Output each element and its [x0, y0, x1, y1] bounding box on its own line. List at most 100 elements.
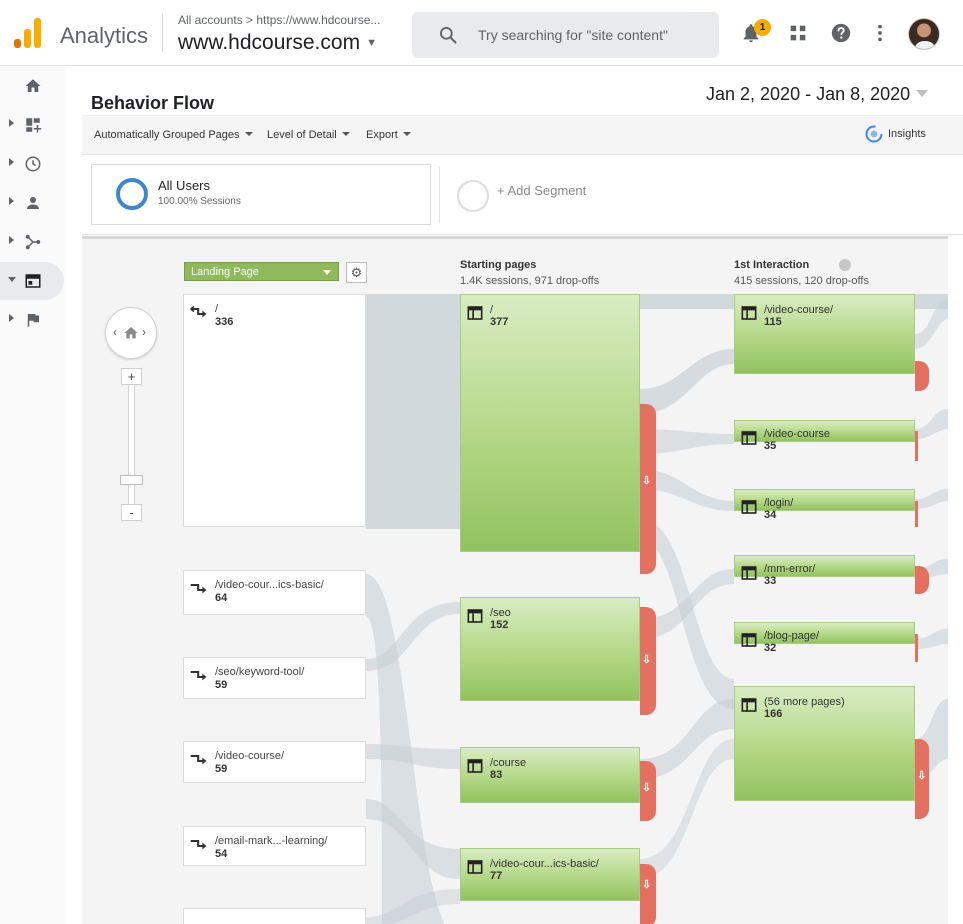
segment-color-icon [116, 178, 148, 210]
analytics-logo-icon[interactable] [14, 18, 42, 48]
node-page-path: /blog-page/ [764, 630, 820, 642]
level-of-detail-dropdown[interactable]: Level of Detail [267, 129, 350, 141]
starting-page-node[interactable]: /course 83 [460, 747, 640, 803]
node-page-path: /video-course/ [764, 304, 834, 316]
help-icon[interactable] [830, 22, 852, 44]
dropoff-arrow-icon: ⇩ [917, 770, 927, 782]
first-interaction-node[interactable]: /mm-error/ 33 [734, 555, 915, 587]
dropoff-bar[interactable] [915, 361, 929, 391]
landing-page-node[interactable]: / 336 [183, 294, 366, 527]
pan-left-icon[interactable]: ‹ [113, 325, 117, 339]
segment-divider [439, 167, 440, 223]
zoom-slider-track[interactable] [128, 379, 135, 512]
landing-page-node[interactable]: /email-mark...-learning/ 54 [183, 826, 366, 866]
apps-grid-icon[interactable] [787, 22, 809, 44]
gear-icon[interactable]: ⚙ [346, 262, 367, 283]
nav-audience[interactable] [0, 184, 66, 222]
node-session-count: 64 [215, 592, 228, 604]
dropoff-arrow-icon: ⇩ [642, 654, 652, 666]
landing-arrow-icon [190, 754, 207, 765]
expand-arrow-icon [9, 158, 14, 166]
nav-behavior[interactable] [0, 262, 64, 300]
first-interaction-node[interactable]: /video-course/ 115 [734, 294, 915, 374]
landing-page-node[interactable]: /video-course/ 59 [183, 741, 366, 783]
date-range-label: Jan 2, 2020 - Jan 8, 2020 [706, 84, 911, 104]
property-name: www.hdcourse.com [178, 31, 361, 54]
close-column-icon[interactable] [839, 259, 851, 271]
dropoff-arrow-icon: ⇩ [642, 879, 652, 891]
chevron-down-icon [402, 132, 411, 136]
node-session-count: 33 [764, 575, 777, 587]
page-icon [467, 609, 483, 623]
first-interaction-node[interactable]: /blog-page/ 32 [734, 622, 915, 654]
zoom-out-button[interactable]: - [121, 504, 142, 521]
report-toolbar: Automatically Grouped Pages Level of Det… [82, 115, 963, 155]
behavior-flow-canvas[interactable]: ‹ › + - Landing Page ⚙ Starting pages 1.… [82, 236, 948, 924]
more-vert-icon[interactable] [869, 22, 891, 44]
dropoff-bar[interactable]: ⇩ [640, 607, 656, 715]
date-range-picker[interactable]: Jan 2, 2020 - Jan 8, 2020 [706, 84, 929, 105]
node-session-count: 166 [764, 708, 783, 720]
add-segment-label: + Add Segment [497, 183, 587, 198]
expand-arrow-icon [9, 236, 14, 244]
starting-pages-summary: 1.4K sessions, 971 drop-offs [460, 275, 600, 287]
grouping-dropdown[interactable]: Automatically Grouped Pages [94, 129, 253, 141]
segment-share: 100.00% Sessions [158, 196, 241, 207]
zoom-in-button[interactable]: + [121, 368, 142, 385]
account-breadcrumb[interactable]: All accounts > https://www.hdcourse... [178, 13, 380, 27]
dropoff-bar[interactable] [915, 431, 918, 461]
flag-icon [27, 314, 39, 327]
dropoff-bar[interactable]: ⇩ [915, 739, 929, 819]
first-interaction-node[interactable]: (56 more pages) 166 [734, 686, 915, 801]
dropoff-bar[interactable]: ⇩ [640, 404, 656, 574]
dropoff-bar[interactable]: ⇩ [640, 864, 656, 924]
nav-home[interactable] [0, 67, 66, 105]
export-label: Export [366, 129, 398, 141]
export-dropdown[interactable]: Export [366, 129, 411, 141]
landing-page-node[interactable] [183, 908, 366, 924]
dropoff-bar[interactable] [915, 501, 918, 527]
node-session-count: 115 [764, 316, 782, 328]
node-page-path: /video-course/ [215, 750, 285, 762]
starting-page-node[interactable]: / 377 [460, 294, 640, 552]
dashboard-icon [26, 118, 42, 133]
product-name: Analytics [60, 23, 149, 48]
home-icon [25, 79, 41, 92]
starting-page-node[interactable]: /video-cour...ics-basic/ 77 [460, 848, 640, 901]
home-icon[interactable] [123, 325, 139, 341]
starting-page-node[interactable]: /seo 152 [460, 597, 640, 701]
pan-control[interactable]: ‹ › [105, 307, 157, 359]
segment-all-users[interactable]: All Users 100.00% Sessions [91, 164, 431, 225]
acquisition-icon [25, 234, 41, 250]
landing-page-dimension-select[interactable]: Landing Page [184, 262, 339, 281]
dropoff-bar[interactable] [915, 566, 929, 594]
connector [640, 349, 734, 414]
nav-customization[interactable] [0, 106, 66, 144]
first-interaction-node[interactable]: /login/ 34 [734, 489, 915, 521]
dropoff-bar[interactable] [915, 634, 918, 662]
node-page-path: / [490, 304, 494, 316]
nav-acquisition[interactable] [0, 223, 66, 261]
nav-conversions[interactable] [0, 301, 66, 339]
dimension-label: Landing Page [191, 266, 259, 278]
nav-realtime[interactable] [0, 145, 66, 183]
first-interaction-node[interactable]: /video-course 35 [734, 420, 915, 452]
insights-icon [865, 125, 883, 143]
expand-arrow-icon [9, 314, 14, 322]
connector [915, 629, 948, 649]
chevron-down-icon [323, 270, 331, 275]
zoom-slider-handle[interactable] [120, 475, 143, 485]
pan-right-icon[interactable]: › [142, 325, 146, 339]
search-input[interactable]: Try searching for "site content" [478, 27, 668, 43]
avatar[interactable] [908, 18, 940, 50]
dropoff-bar[interactable]: ⇩ [640, 761, 656, 821]
landing-page-node[interactable]: /seo/keyword-tool/ 59 [183, 657, 366, 699]
first-interaction-header: 1st Interaction [734, 259, 810, 271]
top-app-bar: Analytics All accounts > https://www.hdc… [0, 0, 963, 66]
page-icon [467, 860, 483, 874]
search-box[interactable]: Try searching for "site content" [412, 12, 719, 58]
property-selector[interactable]: www.hdcourse.com ▼ [178, 31, 377, 55]
node-page-path: /video-cour...ics-basic/ [490, 858, 599, 870]
landing-page-node[interactable]: /video-cour...ics-basic/ 64 [183, 570, 366, 615]
node-session-count: 59 [215, 763, 228, 775]
